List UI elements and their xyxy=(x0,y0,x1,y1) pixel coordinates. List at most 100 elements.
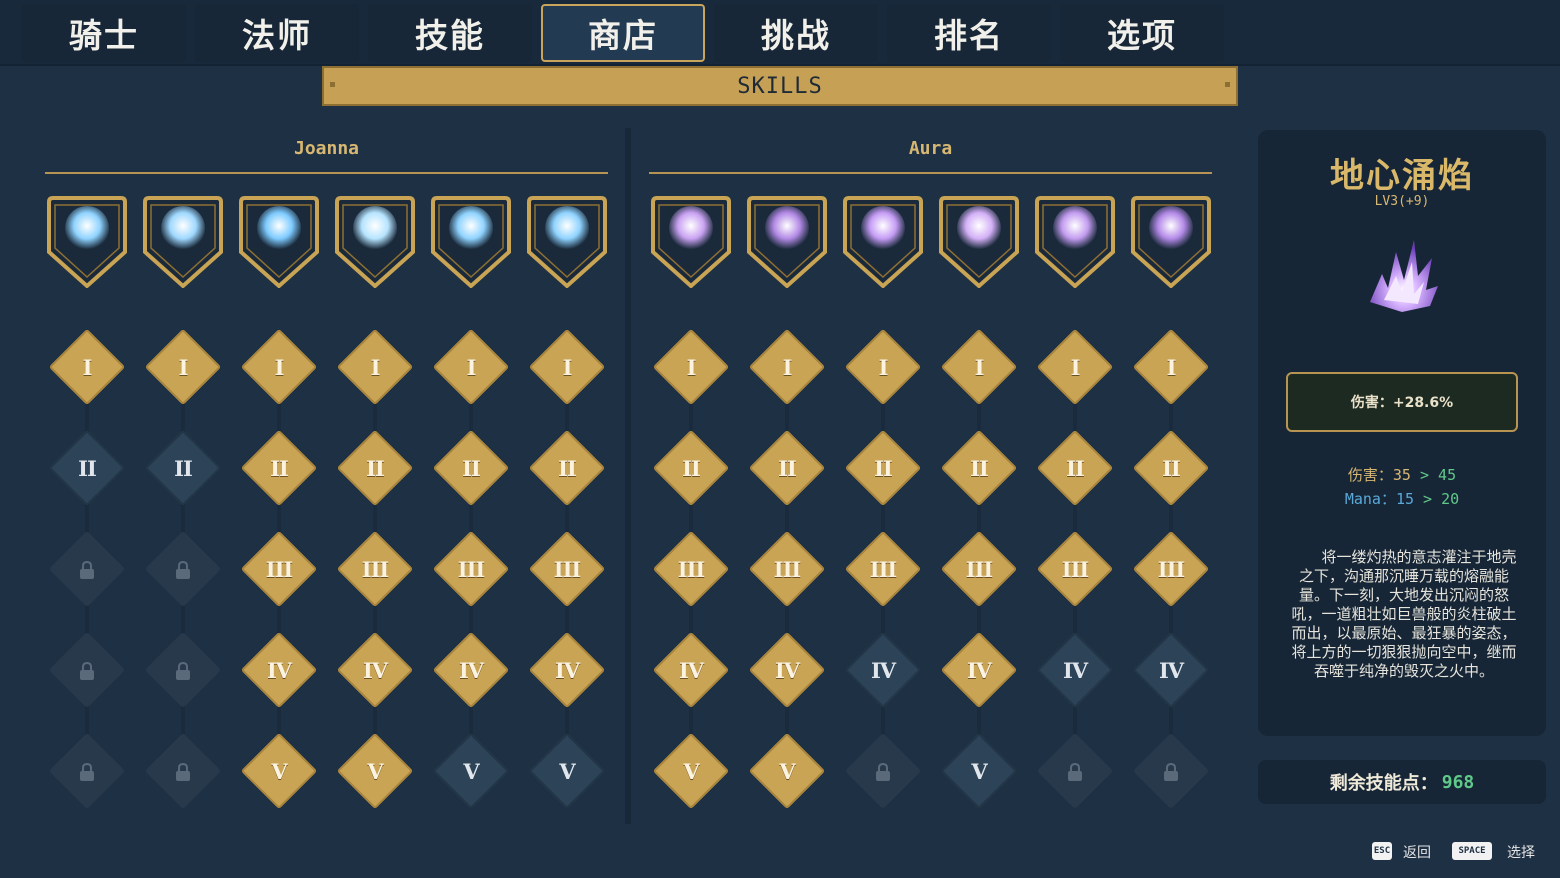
tier-node-joanna-5-3[interactable]: III xyxy=(432,530,510,608)
skill-slot-joanna-2[interactable] xyxy=(141,196,225,288)
skill-slot-joanna-5[interactable] xyxy=(429,196,513,288)
tier-node-joanna-4-1[interactable]: I xyxy=(336,328,414,406)
banner-rivet xyxy=(1225,82,1230,87)
tier-node-joanna-1-4[interactable] xyxy=(48,631,126,709)
select-hint[interactable]: 选择 xyxy=(1507,842,1535,862)
tier-node-aura-4-2[interactable]: II xyxy=(940,429,1018,507)
tier-node-aura-5-4[interactable]: IV xyxy=(1036,631,1114,709)
skill-slot-aura-5[interactable] xyxy=(1033,196,1117,288)
tier-node-joanna-6-3[interactable]: III xyxy=(528,530,606,608)
skill-slot-joanna-3[interactable] xyxy=(237,196,321,288)
tier-node-joanna-6-5[interactable]: V xyxy=(528,732,606,810)
tier-node-aura-6-1[interactable]: I xyxy=(1132,328,1210,406)
tier-node-aura-2-4[interactable]: IV xyxy=(748,631,826,709)
tier-node-aura-1-3[interactable]: III xyxy=(652,530,730,608)
tier-node-joanna-4-4[interactable]: IV xyxy=(336,631,414,709)
tier-node-joanna-3-5[interactable]: V xyxy=(240,732,318,810)
skill-slot-joanna-6[interactable] xyxy=(525,196,609,288)
tier-label: IV xyxy=(1062,657,1088,683)
tier-node-aura-6-4[interactable]: IV xyxy=(1132,631,1210,709)
tab-mage[interactable]: 法师 xyxy=(195,4,359,62)
tier-node-aura-1-2[interactable]: II xyxy=(652,429,730,507)
tier-node-aura-2-5[interactable]: V xyxy=(748,732,826,810)
tier-node-joanna-3-4[interactable]: IV xyxy=(240,631,318,709)
lock-icon xyxy=(176,762,190,781)
esc-key-icon[interactable]: ESC xyxy=(1372,842,1392,860)
tier-node-aura-2-2[interactable]: II xyxy=(748,429,826,507)
tier-node-aura-3-4[interactable]: IV xyxy=(844,631,922,709)
tier-node-joanna-1-2[interactable]: II xyxy=(48,429,126,507)
stat-damage: 伤害：35 > 45 xyxy=(1258,464,1546,485)
tier-node-joanna-1-3[interactable] xyxy=(48,530,126,608)
tier-node-aura-1-1[interactable]: I xyxy=(652,328,730,406)
tier-node-aura-4-5[interactable]: V xyxy=(940,732,1018,810)
tier-node-aura-3-3[interactable]: III xyxy=(844,530,922,608)
skill-slot-joanna-4[interactable] xyxy=(333,196,417,288)
tier-node-aura-5-5[interactable] xyxy=(1036,732,1114,810)
tab-knight[interactable]: 骑士 xyxy=(22,4,186,62)
tier-label: IV xyxy=(966,657,992,683)
tier-node-joanna-6-2[interactable]: II xyxy=(528,429,606,507)
tier-node-joanna-5-4[interactable]: IV xyxy=(432,631,510,709)
tier-node-aura-3-1[interactable]: I xyxy=(844,328,922,406)
tier-node-aura-2-1[interactable]: I xyxy=(748,328,826,406)
skill-slot-aura-1[interactable] xyxy=(649,196,733,288)
tier-node-aura-4-1[interactable]: I xyxy=(940,328,1018,406)
skill-slot-aura-2[interactable] xyxy=(745,196,829,288)
tier-node-joanna-5-1[interactable]: I xyxy=(432,328,510,406)
tier-node-aura-3-5[interactable] xyxy=(844,732,922,810)
tier-label: V xyxy=(271,758,287,784)
skill-slot-joanna-1[interactable] xyxy=(45,196,129,288)
tab-shop[interactable]: 商店 xyxy=(541,4,705,62)
tier-node-joanna-2-4[interactable] xyxy=(144,631,222,709)
tier-node-aura-6-3[interactable]: III xyxy=(1132,530,1210,608)
tier-node-joanna-2-2[interactable]: II xyxy=(144,429,222,507)
tab-skills[interactable]: 技能 xyxy=(368,4,532,62)
tier-node-joanna-3-3[interactable]: III xyxy=(240,530,318,608)
tier-label: III xyxy=(965,556,993,582)
skills-banner: SKILLS xyxy=(322,66,1238,106)
skill-slot-aura-4[interactable] xyxy=(937,196,1021,288)
tier-node-aura-1-4[interactable]: IV xyxy=(652,631,730,709)
tier-node-joanna-6-4[interactable]: IV xyxy=(528,631,606,709)
back-hint[interactable]: 返回 xyxy=(1403,842,1431,862)
tier-node-aura-3-2[interactable]: II xyxy=(844,429,922,507)
tier-label: V xyxy=(683,758,699,784)
tier-node-aura-5-3[interactable]: III xyxy=(1036,530,1114,608)
tier-node-aura-6-2[interactable]: II xyxy=(1132,429,1210,507)
tier-node-aura-5-2[interactable]: II xyxy=(1036,429,1114,507)
tier-node-joanna-2-1[interactable]: I xyxy=(144,328,222,406)
tier-node-joanna-4-2[interactable]: II xyxy=(336,429,414,507)
tier-node-aura-4-3[interactable]: III xyxy=(940,530,1018,608)
tier-node-joanna-2-3[interactable] xyxy=(144,530,222,608)
tier-node-joanna-4-3[interactable]: III xyxy=(336,530,414,608)
tab-challenge[interactable]: 挑战 xyxy=(714,4,878,62)
stat-mana-arrow: > xyxy=(1423,490,1433,508)
tier-node-joanna-1-1[interactable]: I xyxy=(48,328,126,406)
lock-icon xyxy=(80,762,94,781)
tier-label: I xyxy=(82,354,93,380)
tab-options[interactable]: 选项 xyxy=(1060,4,1224,62)
tier-label: II xyxy=(558,455,577,481)
tier-node-aura-2-3[interactable]: III xyxy=(748,530,826,608)
tier-node-joanna-1-5[interactable] xyxy=(48,732,126,810)
tier-node-joanna-3-2[interactable]: II xyxy=(240,429,318,507)
tier-node-aura-6-5[interactable] xyxy=(1132,732,1210,810)
tier-node-joanna-2-5[interactable] xyxy=(144,732,222,810)
tier-node-aura-4-4[interactable]: IV xyxy=(940,631,1018,709)
stat-mana-label: Mana： xyxy=(1344,490,1396,508)
tier-node-joanna-5-2[interactable]: II xyxy=(432,429,510,507)
tier-label: IV xyxy=(554,657,580,683)
tier-node-aura-1-5[interactable]: V xyxy=(652,732,730,810)
stat-damage-label: 伤害： xyxy=(1347,466,1393,484)
skill-description: 将一缕灼热的意志灌注于地壳之下，沟通那沉睡万载的熔融能量。下一刻，大地发出沉闷的… xyxy=(1291,548,1517,680)
tier-node-aura-5-1[interactable]: I xyxy=(1036,328,1114,406)
space-key-icon[interactable]: SPACE xyxy=(1452,842,1492,860)
tier-node-joanna-3-1[interactable]: I xyxy=(240,328,318,406)
tab-ranking[interactable]: 排名 xyxy=(887,4,1051,62)
tier-node-joanna-6-1[interactable]: I xyxy=(528,328,606,406)
skill-slot-aura-3[interactable] xyxy=(841,196,925,288)
tier-node-joanna-5-5[interactable]: V xyxy=(432,732,510,810)
tier-node-joanna-4-5[interactable]: V xyxy=(336,732,414,810)
skill-slot-aura-6[interactable] xyxy=(1129,196,1213,288)
